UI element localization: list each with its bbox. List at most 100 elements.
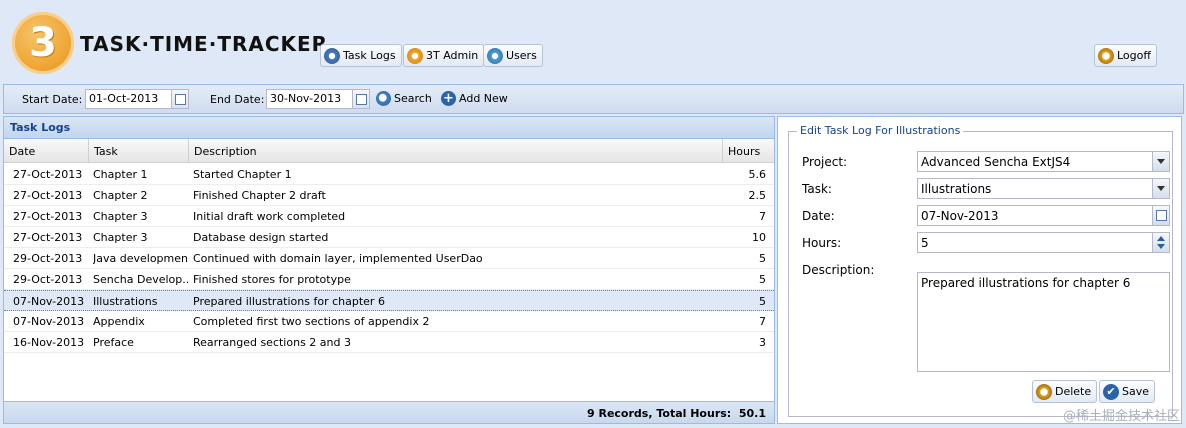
table-row[interactable]: 27-Oct-2013 Chapter 1 Started Chapter 1 5.6 — [4, 164, 774, 185]
table-row[interactable]: 27-Oct-2013 Chapter 2 Finished Chapter 2 d… — [4, 185, 774, 206]
end-date-picker-icon[interactable] — [353, 89, 370, 109]
row-description: Continued with domain layer, implemented… — [193, 252, 483, 265]
row-date: 29-Oct-2013 — [13, 252, 83, 265]
description-textarea[interactable]: Prepared illustrations for chapter 6 — [917, 272, 1170, 372]
task-logs-button[interactable]: Task Logs — [320, 44, 402, 67]
row-date: 07-Nov-2013 — [13, 295, 85, 308]
total-hours: 50.1 — [738, 407, 766, 420]
chevron-down-icon[interactable] — [1152, 152, 1169, 171]
task-value: Illustrations — [921, 182, 992, 196]
app-title: TASK·TIME·TRACKER — [80, 32, 329, 56]
column-header-hours[interactable]: Hours — [723, 139, 774, 163]
grid-title: Task Logs — [4, 117, 774, 139]
row-hours: 5.6 — [748, 168, 767, 181]
delete-button-label: Delete — [1055, 385, 1092, 398]
project-value: Advanced Sencha ExtJS4 — [921, 155, 1071, 169]
row-date: 07-Nov-2013 — [13, 315, 85, 328]
add-new-button-label: Add New — [459, 92, 508, 105]
row-task: Java development — [93, 252, 188, 265]
row-hours: 5 — [759, 252, 766, 265]
search-icon — [376, 91, 391, 106]
row-task: Chapter 3 — [93, 210, 148, 223]
row-date: 27-Oct-2013 — [13, 168, 83, 181]
column-header-date[interactable]: Date — [4, 139, 89, 163]
row-description: Completed first two sections of appendix… — [193, 315, 430, 328]
column-header-task[interactable]: Task — [89, 139, 189, 163]
spinner-arrows-icon[interactable] — [1152, 233, 1169, 252]
row-description: Finished Chapter 2 draft — [193, 189, 326, 202]
row-hours: 5 — [759, 295, 766, 308]
task-logs-button-label: Task Logs — [343, 49, 396, 62]
table-row[interactable]: 16-Nov-2013 Preface Rearranged sections 2 … — [4, 332, 774, 353]
hours-value: 5 — [921, 236, 929, 250]
admin-button[interactable]: 3T Admin — [403, 44, 485, 67]
table-row[interactable]: 27-Oct-2013 Chapter 3 Initial draft work c… — [4, 206, 774, 227]
start-date-input[interactable]: 01-Oct-2013 — [85, 89, 172, 109]
edit-form-panel: Edit Task Log For Illustrations Project:… — [777, 116, 1182, 424]
row-task: Illustrations — [93, 295, 158, 308]
task-logs-grid: Task Logs Date Task Description Hours 27… — [3, 116, 775, 424]
calendar-icon[interactable] — [1152, 206, 1169, 225]
row-task: Appendix — [93, 315, 145, 328]
row-date: 16-Nov-2013 — [13, 336, 85, 349]
row-date: 27-Oct-2013 — [13, 189, 83, 202]
chevron-down-icon[interactable] — [1152, 179, 1169, 198]
row-task: Sencha Develop... — [93, 273, 188, 286]
date-field[interactable]: 07-Nov-2013 — [917, 205, 1170, 226]
watermark: @稀土掘金技术社区 — [1062, 409, 1180, 424]
row-date: 27-Oct-2013 — [13, 210, 83, 223]
row-description: Database design started — [193, 231, 329, 244]
end-date-label: End Date: — [210, 93, 265, 106]
project-combo[interactable]: Advanced Sencha ExtJS4 — [917, 151, 1170, 172]
row-task: Preface — [93, 336, 134, 349]
users-button[interactable]: Users — [483, 44, 543, 67]
date-value: 07-Nov-2013 — [921, 209, 999, 223]
search-button[interactable]: Search — [376, 91, 432, 106]
table-row[interactable]: 07-Nov-2013 Illustrations Prepared illustr… — [4, 290, 774, 311]
grid-footer: 9 Records, Total Hours: 50.1 — [4, 401, 774, 423]
hours-spinner[interactable]: 5 — [917, 232, 1170, 253]
table-row[interactable]: 29-Oct-2013 Java development Continued wit… — [4, 248, 774, 269]
add-new-button[interactable]: + Add New — [441, 91, 508, 106]
logoff-button[interactable]: Logoff — [1094, 44, 1157, 67]
row-description: Initial draft work completed — [193, 210, 346, 223]
list-icon — [324, 47, 340, 64]
row-task: Chapter 3 — [93, 231, 148, 244]
project-label: Project: — [802, 155, 848, 169]
table-row[interactable]: 07-Nov-2013 Appendix Completed first two s… — [4, 311, 774, 332]
description-label: Description: — [802, 263, 875, 277]
logo: 3 — [12, 12, 74, 74]
gear-icon — [407, 47, 423, 64]
table-row[interactable]: 27-Oct-2013 Chapter 3 Database design star… — [4, 227, 774, 248]
filter-toolbar: Start Date: 01-Oct-2013 End Date: 30-Nov… — [3, 84, 1184, 114]
row-description: Prepared illustrations for chapter 6 — [193, 295, 385, 308]
row-hours: 7 — [759, 315, 766, 328]
delete-icon — [1036, 383, 1052, 400]
start-date-label: Start Date: — [22, 93, 83, 106]
app-header: 3 TASK·TIME·TRACKER Task Logs 3T Admin U… — [0, 0, 1186, 84]
grid-header: Date Task Description Hours — [4, 139, 774, 163]
start-date-picker-icon[interactable] — [172, 89, 189, 109]
users-icon — [487, 47, 503, 64]
task-combo[interactable]: Illustrations — [917, 178, 1170, 199]
row-hours: 3 — [759, 336, 766, 349]
row-description: Finished stores for prototype — [193, 273, 351, 286]
row-hours: 10 — [752, 231, 766, 244]
table-row[interactable]: 29-Oct-2013 Sencha Develop... Finished sto… — [4, 269, 774, 290]
delete-button[interactable]: Delete — [1032, 380, 1098, 403]
row-hours: 5 — [759, 273, 766, 286]
row-task: Chapter 1 — [93, 168, 148, 181]
save-button-label: Save — [1122, 385, 1150, 398]
save-button[interactable]: ✔ Save — [1099, 380, 1156, 403]
task-label: Task: — [802, 182, 832, 196]
column-header-description[interactable]: Description — [189, 139, 723, 163]
row-hours: 7 — [759, 210, 766, 223]
row-task: Chapter 2 — [93, 189, 148, 202]
row-description: Rearranged sections 2 and 3 — [193, 336, 351, 349]
row-hours: 2.5 — [748, 189, 767, 202]
form-legend: Edit Task Log For Illustrations — [797, 124, 964, 137]
admin-button-label: 3T Admin — [426, 49, 479, 62]
row-date: 27-Oct-2013 — [13, 231, 83, 244]
records-summary: 9 Records, Total Hours: — [587, 407, 732, 420]
end-date-input[interactable]: 30-Nov-2013 — [266, 89, 353, 109]
